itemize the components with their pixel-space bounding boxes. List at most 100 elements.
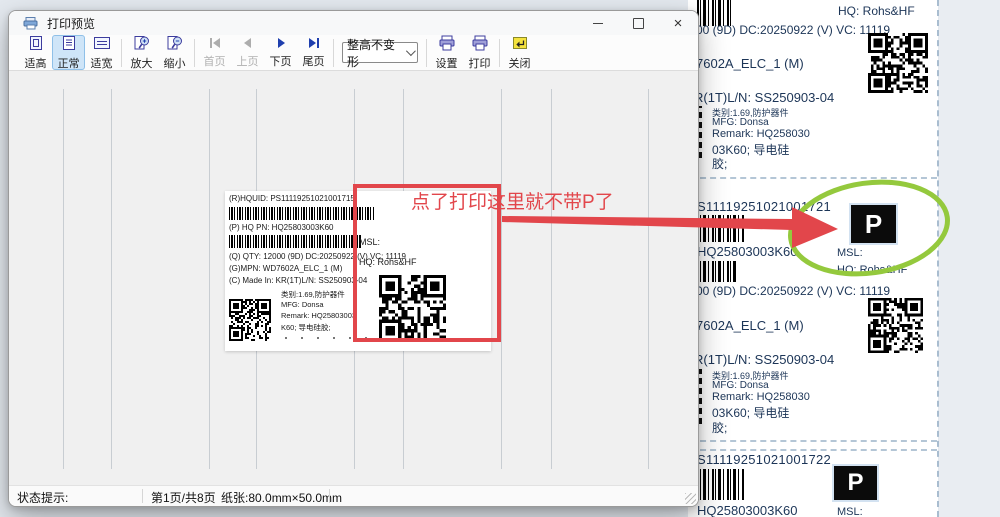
- label2-mpn-line: 7602A_ELC_1 (M): [696, 318, 804, 333]
- zoom-out-label: 缩小: [164, 55, 186, 71]
- normal-view-icon: [61, 35, 77, 54]
- annotation-text: 点了打印这里就不带P了: [411, 187, 614, 214]
- toolbar-button-close[interactable]: 关闭: [503, 35, 536, 70]
- sheet-backing: [939, 0, 1000, 517]
- label1-hq: HQ: Rohs&HF: [838, 4, 915, 18]
- maximize-button[interactable]: [618, 11, 658, 35]
- toolbar-button-print[interactable]: 打印: [463, 35, 496, 70]
- toolbar-button-settings[interactable]: 设置: [430, 35, 463, 70]
- settings-label: 设置: [436, 55, 458, 71]
- preview-mpn-line: (G)MPN: WD7602A_ELC_1 (M): [229, 264, 342, 273]
- printer-icon: [23, 17, 39, 30]
- screen: HQ: Rohs&HF 00 (9D) DC:20250922 (V) VC: …: [0, 0, 1000, 517]
- minimize-button[interactable]: [578, 11, 618, 35]
- zoom-out-icon: [166, 35, 184, 54]
- first-page-label: 首页: [204, 53, 226, 69]
- toolbar-button-last-page[interactable]: 尾页: [297, 35, 330, 70]
- qr-code: [868, 298, 923, 353]
- toolbar-separator: [194, 39, 195, 67]
- next-page-icon: [273, 37, 289, 52]
- fit-height-icon: [28, 35, 44, 54]
- p-indicator: P: [851, 205, 896, 243]
- label2-remark-1: Remark: HQ258030: [712, 391, 810, 403]
- print-icon: [471, 35, 489, 54]
- label3-pn: HQ25803003K60: [697, 503, 797, 517]
- title-bar[interactable]: 打印预览 ×: [9, 11, 698, 35]
- window-title: 打印预览: [47, 15, 95, 32]
- label2-mfg: MFG: Donsa: [712, 380, 769, 391]
- preview-mfg: MFG: Donsa: [281, 300, 324, 309]
- status-hint: 状态提示:: [17, 489, 68, 506]
- preview-made-line: (C) Made In: KR(1T)L/N: SS250903-04: [229, 276, 367, 285]
- preview-remark-2: K60; 导电硅胶;: [281, 322, 331, 333]
- status-separator: [329, 489, 330, 503]
- label1-lot-line: R(1T)L/N: SS250903-04: [694, 90, 834, 105]
- label2-uid: S11119251021001721: [697, 199, 831, 214]
- fit-width-label: 适宽: [91, 55, 113, 71]
- toolbar-button-fit-width[interactable]: 适宽: [85, 35, 118, 70]
- prev-page-icon: [240, 37, 256, 52]
- page-guide-line: [111, 89, 112, 469]
- label3-uid: S11119251021001722: [697, 452, 831, 467]
- fit-width-icon: [93, 35, 111, 54]
- p-indicator: P: [834, 466, 877, 500]
- toolbar-separator: [499, 39, 500, 67]
- label2-msl: MSL:: [837, 247, 863, 259]
- label1-mpn-line: 7602A_ELC_1 (M): [696, 56, 804, 71]
- zoom-in-icon: [133, 35, 151, 54]
- preview-pn-line: (P) HQ PN: HQ25803003K60: [229, 223, 334, 232]
- label2-pn: HQ25803003K60: [697, 244, 797, 259]
- status-page-info: 第1页/共8页: [151, 489, 216, 506]
- barcode: [697, 469, 745, 500]
- close-label: 关闭: [509, 55, 531, 71]
- toolbar-button-prev-page[interactable]: 上页: [231, 35, 264, 70]
- toolbar-separator: [121, 39, 122, 67]
- fit-height-label: 适高: [25, 55, 47, 71]
- page-guide-line: [501, 89, 502, 469]
- preview-area[interactable]: (R)HQUID: PS11119251021001715 (P) HQ PN:…: [9, 71, 698, 486]
- toolbar-separator: [333, 39, 334, 67]
- close-button[interactable]: ×: [658, 11, 698, 35]
- toolbar-button-fit-height[interactable]: 适高: [19, 35, 52, 70]
- status-bar: 状态提示: 第1页/共8页 纸张:80.0mm×50.0mm: [9, 485, 698, 506]
- minimize-icon: [593, 23, 603, 24]
- close-icon: ×: [674, 16, 683, 31]
- label1-remark-3: 胶;: [712, 155, 727, 172]
- label2-remark-3: 胶;: [712, 419, 727, 436]
- preview-uid-line: (R)HQUID: PS11119251021001715: [229, 194, 355, 203]
- resize-grip[interactable]: [685, 493, 696, 504]
- print-preview-window: 打印预览 × 适高 正常 适宽 放大: [8, 10, 699, 507]
- label3-msl: MSL:: [837, 506, 863, 517]
- toolbar: 适高 正常 适宽 放大 缩小 首页: [9, 35, 698, 71]
- toolbar-button-normal[interactable]: 正常: [52, 35, 85, 70]
- chevron-down-icon: [406, 46, 416, 56]
- last-page-icon: [306, 37, 322, 52]
- exit-icon: [511, 35, 529, 54]
- qr-code: [229, 299, 271, 341]
- barcode: [697, 215, 745, 242]
- print-label: 打印: [469, 55, 491, 71]
- label1-mfg: MFG: Donsa: [712, 117, 769, 128]
- prev-page-label: 上页: [237, 53, 259, 69]
- zoom-in-label: 放大: [131, 55, 153, 71]
- status-paper-info: 纸张:80.0mm×50.0mm: [221, 489, 342, 506]
- first-page-icon: [207, 37, 223, 52]
- label2-lot-line: R(1T)L/N: SS250903-04: [694, 352, 834, 367]
- label2-qty-line: 00 (9D) DC:20250922 (V) VC: 11119: [696, 284, 890, 298]
- toolbar-button-next-page[interactable]: 下页: [264, 35, 297, 70]
- toolbar-button-first-page[interactable]: 首页: [198, 35, 231, 70]
- toolbar-button-zoom-out[interactable]: 缩小: [158, 35, 191, 70]
- label-separator: [690, 177, 937, 179]
- printer-settings-icon: [438, 35, 456, 54]
- status-separator: [142, 489, 143, 503]
- toolbar-separator: [426, 39, 427, 67]
- qr-code: [868, 33, 928, 93]
- scale-mode-select[interactable]: 整高不变形: [342, 42, 418, 63]
- next-page-label: 下页: [270, 53, 292, 69]
- barcode: [697, 261, 738, 282]
- toolbar-button-zoom-in[interactable]: 放大: [125, 35, 158, 70]
- scale-mode-value: 整高不变形: [347, 36, 406, 70]
- preview-remark-1: Remark: HQ25803003: [281, 311, 356, 320]
- last-page-label: 尾页: [303, 53, 325, 69]
- page-guide-line: [648, 89, 649, 469]
